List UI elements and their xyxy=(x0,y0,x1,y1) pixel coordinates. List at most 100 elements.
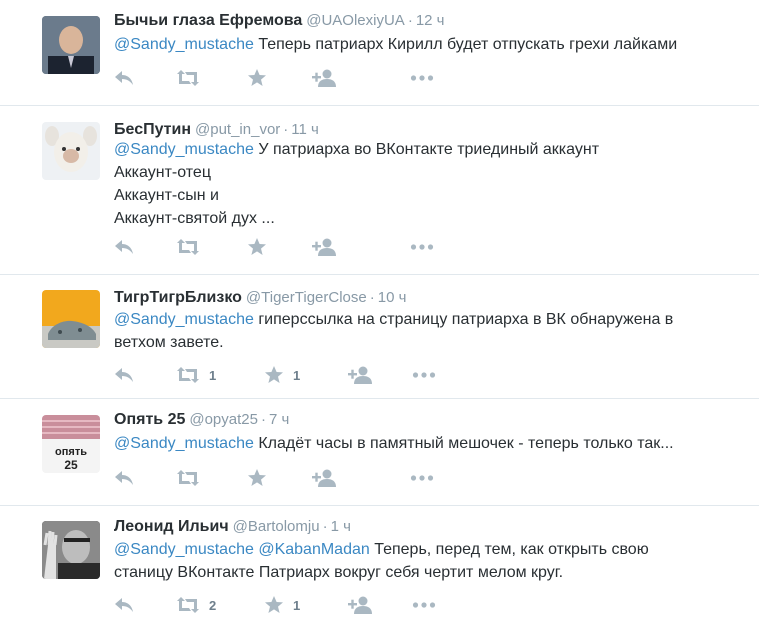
mention-link[interactable]: @Sandy_mustache xyxy=(114,435,254,452)
mention-link[interactable]: @Sandy_mustache xyxy=(114,541,254,558)
separator-dot: · xyxy=(369,289,375,306)
avatar[interactable]: опять 25 xyxy=(42,415,100,473)
retweet-button[interactable]: 2 xyxy=(176,594,216,616)
separator-dot: · xyxy=(260,411,266,428)
retweet-button[interactable] xyxy=(176,467,200,489)
tweet-text-line: У патриарха во ВКонтакте триединый аккау… xyxy=(258,141,600,158)
author-name[interactable]: Опять 25 xyxy=(114,411,185,428)
retweet-icon xyxy=(177,239,199,255)
reply-button[interactable] xyxy=(114,236,134,258)
follow-button[interactable] xyxy=(348,594,372,616)
favorite-button[interactable] xyxy=(247,236,267,258)
tweet-time[interactable]: 11 ч xyxy=(291,121,319,138)
mention-link[interactable]: @Sandy_mustache xyxy=(114,141,254,158)
favorite-button[interactable]: 1 xyxy=(264,594,300,616)
tweet-header: Бычьи глаза Ефремова @UAOlexiyUA · 12 ч xyxy=(114,11,444,31)
separator-dot: · xyxy=(407,12,413,29)
retweet-icon xyxy=(177,597,199,613)
avatar-image xyxy=(42,16,100,74)
mention-link[interactable]: @Sandy_mustache xyxy=(114,36,254,53)
separator-dot: · xyxy=(283,121,289,138)
add-user-icon xyxy=(348,366,372,384)
tweet-text-line: гиперссылка на страницу патриарха в ВК о… xyxy=(258,311,674,328)
star-icon xyxy=(248,469,266,486)
follow-button[interactable] xyxy=(312,67,336,89)
reply-button[interactable] xyxy=(114,467,134,489)
more-button[interactable] xyxy=(410,67,434,89)
tweet: БесПутин @put_in_vor · 11 ч @Sandy_mustache… xyxy=(0,106,759,275)
tweet-time[interactable]: 10 ч xyxy=(378,289,407,306)
tweet-text-line: станицу ВКонтакте Патриарх вокруг себя ч… xyxy=(114,564,564,581)
author-name[interactable]: БесПутин xyxy=(114,121,191,138)
follow-button[interactable] xyxy=(348,364,372,386)
author-handle[interactable]: @TigerTigerClose xyxy=(246,289,367,306)
avatar-image xyxy=(42,122,100,180)
add-user-icon xyxy=(348,596,372,614)
more-button[interactable] xyxy=(410,467,434,489)
favorite-button[interactable] xyxy=(247,67,267,89)
reply-button[interactable] xyxy=(114,594,134,616)
tweet-header: БесПутин @put_in_vor · 11 ч xyxy=(114,120,319,140)
star-icon xyxy=(248,69,266,86)
reply-icon xyxy=(115,598,133,612)
separator-dot: · xyxy=(322,518,328,535)
retweet-icon xyxy=(177,367,199,383)
more-icon xyxy=(410,75,434,81)
favorite-button[interactable] xyxy=(247,467,267,489)
author-name[interactable]: Леонид Ильич xyxy=(114,518,229,535)
author-handle[interactable]: @UAOlexiyUA xyxy=(306,12,405,29)
reply-button[interactable] xyxy=(114,67,134,89)
more-icon xyxy=(412,602,436,608)
author-name[interactable]: Бычьи глаза Ефремова xyxy=(114,12,302,29)
more-button[interactable] xyxy=(410,236,434,258)
tweet-text: @Sandy_mustache @KabanMadan Теперь, пере… xyxy=(114,538,734,584)
avatar[interactable] xyxy=(42,521,100,579)
avatar[interactable] xyxy=(42,122,100,180)
mention-link[interactable]: @Sandy_mustache xyxy=(114,311,254,328)
author-name[interactable]: ТигрТигрБлизко xyxy=(114,289,242,306)
more-button[interactable] xyxy=(412,594,436,616)
author-handle[interactable]: @Bartolomju xyxy=(233,518,320,535)
tweet-header: Опять 25 @opyat25 · 7 ч xyxy=(114,410,289,430)
retweet-button[interactable] xyxy=(176,67,200,89)
tweet-time[interactable]: 7 ч xyxy=(269,411,289,428)
retweet-button[interactable] xyxy=(176,236,200,258)
avatar-image xyxy=(42,290,100,348)
avatar[interactable] xyxy=(42,290,100,348)
favorite-button[interactable]: 1 xyxy=(264,364,300,386)
tweet-text: @Sandy_mustache Теперь патриарх Кирилл б… xyxy=(114,33,734,56)
more-icon xyxy=(410,475,434,481)
tweet: ТигрТигрБлизко @TigerTigerClose · 10 ч @San… xyxy=(0,275,759,399)
tweet-text-line: ветхом завете. xyxy=(114,334,224,351)
retweet-icon xyxy=(177,70,199,86)
retweet-button[interactable]: 1 xyxy=(176,364,216,386)
mention-link[interactable]: @KabanMadan xyxy=(258,541,369,558)
tweet: Леонид Ильич @Bartolomju · 1 ч @Sandy_musta… xyxy=(0,506,759,635)
reply-icon xyxy=(115,471,133,485)
retweet-count: 1 xyxy=(209,367,217,383)
star-icon xyxy=(248,238,266,255)
avatar-image: опять 25 xyxy=(42,415,100,473)
tweet-text-line: Кладёт часы в памятный мешочек - теперь … xyxy=(258,435,674,452)
tweet-header: Леонид Ильич @Bartolomju · 1 ч xyxy=(114,517,351,537)
reply-icon xyxy=(115,71,133,85)
author-handle[interactable]: @opyat25 xyxy=(189,411,258,428)
avatar-image xyxy=(42,521,100,579)
tweet-text-line: Аккаунт-сын и xyxy=(114,187,219,204)
tweet-time[interactable]: 1 ч xyxy=(331,518,351,535)
tweet-text-line: Теперь, перед тем, как открыть свою xyxy=(374,541,649,558)
tweet: опять 25 Опять 25 @opyat25 · 7 ч @Sandy_mus… xyxy=(0,399,759,506)
author-handle[interactable]: @put_in_vor xyxy=(195,121,280,138)
star-icon xyxy=(265,596,283,613)
more-icon xyxy=(410,244,434,250)
tweet-header: ТигрТигрБлизко @TigerTigerClose · 10 ч xyxy=(114,288,406,308)
favorite-count: 1 xyxy=(293,367,301,383)
add-user-icon xyxy=(312,69,336,87)
more-button[interactable] xyxy=(412,364,436,386)
avatar[interactable] xyxy=(42,16,100,74)
reply-icon xyxy=(115,368,133,382)
follow-button[interactable] xyxy=(312,467,336,489)
reply-button[interactable] xyxy=(114,364,134,386)
tweet-time[interactable]: 12 ч xyxy=(416,12,445,29)
follow-button[interactable] xyxy=(312,236,336,258)
